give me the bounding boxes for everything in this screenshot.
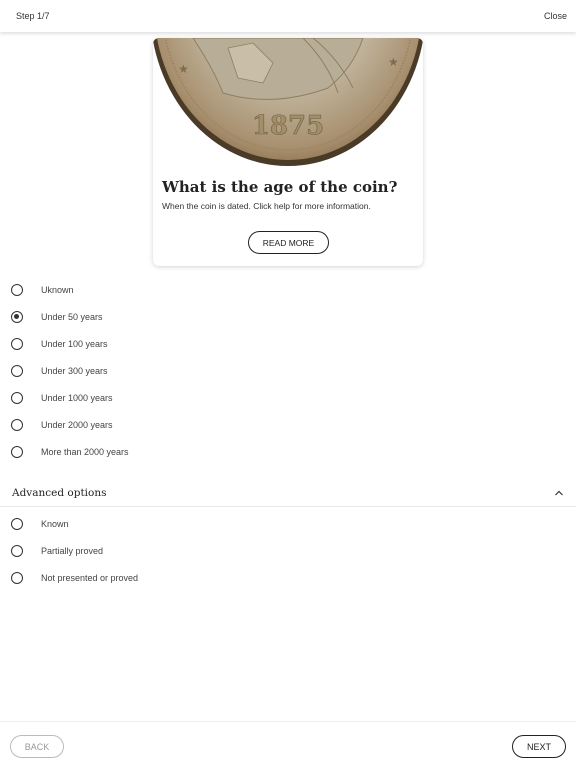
option-label: Known (41, 518, 69, 529)
option-label: More than 2000 years (41, 446, 129, 457)
radio-button[interactable] (11, 445, 23, 458)
chevron-up-icon[interactable] (554, 489, 564, 497)
radio-button[interactable] (11, 283, 23, 296)
coin-year-text: 1875 (252, 111, 324, 141)
option-label: Partially proved (41, 545, 104, 556)
age-option-more-than-2000[interactable]: More than 2000 years (0, 438, 576, 465)
advanced-option-not-presented[interactable]: Not presented or proved (0, 564, 576, 591)
age-option-under-1000[interactable]: Under 1000 years (0, 384, 576, 411)
question-card: ★ ★ 1875 What is the age of the coin? Wh… (153, 38, 423, 266)
advanced-option-known[interactable]: Known (0, 510, 576, 537)
option-label: Under 1000 years (41, 392, 113, 403)
coin-image: ★ ★ 1875 (153, 38, 423, 168)
age-option-under-2000[interactable]: Under 2000 years (0, 411, 576, 438)
back-button[interactable]: BACK (10, 735, 64, 758)
bottom-bar: BACK NEXT (0, 721, 576, 768)
radio-button[interactable] (11, 418, 23, 431)
advanced-options-list: Known Partially proved Not presented or … (0, 510, 576, 591)
option-label: Not presented or proved (41, 572, 139, 583)
radio-button-selected[interactable] (11, 310, 23, 323)
option-label: Under 100 years (41, 338, 108, 349)
age-option-under-100[interactable]: Under 100 years (0, 330, 576, 357)
radio-button[interactable] (11, 517, 23, 530)
top-bar: Step 1/7 Close (0, 0, 576, 32)
next-button[interactable]: NEXT (512, 735, 566, 758)
close-button[interactable]: Close (544, 11, 567, 21)
option-label: Under 300 years (41, 365, 108, 376)
radio-button[interactable] (11, 391, 23, 404)
age-option-under-300[interactable]: Under 300 years (0, 357, 576, 384)
radio-button[interactable] (11, 337, 23, 350)
option-label: Under 50 years (41, 311, 103, 322)
radio-button[interactable] (11, 364, 23, 377)
option-label: Uknown (41, 284, 74, 295)
svg-text:★: ★ (178, 62, 189, 76)
radio-button[interactable] (11, 571, 23, 584)
radio-button[interactable] (11, 544, 23, 557)
read-more-button[interactable]: READ MORE (248, 231, 329, 254)
advanced-options-header[interactable]: Advanced options (0, 479, 576, 507)
question-title: What is the age of the coin? (162, 178, 398, 196)
advanced-option-partially-proved[interactable]: Partially proved (0, 537, 576, 564)
age-options-list: Uknown Under 50 years Under 100 years Un… (0, 276, 576, 465)
svg-text:★: ★ (388, 55, 399, 69)
age-option-under-50[interactable]: Under 50 years (0, 303, 576, 330)
step-indicator: Step 1/7 (16, 11, 50, 21)
advanced-options-title: Advanced options (12, 486, 107, 499)
question-subtitle: When the coin is dated. Click help for m… (162, 201, 371, 211)
age-option-unknown[interactable]: Uknown (0, 276, 576, 303)
option-label: Under 2000 years (41, 419, 113, 430)
